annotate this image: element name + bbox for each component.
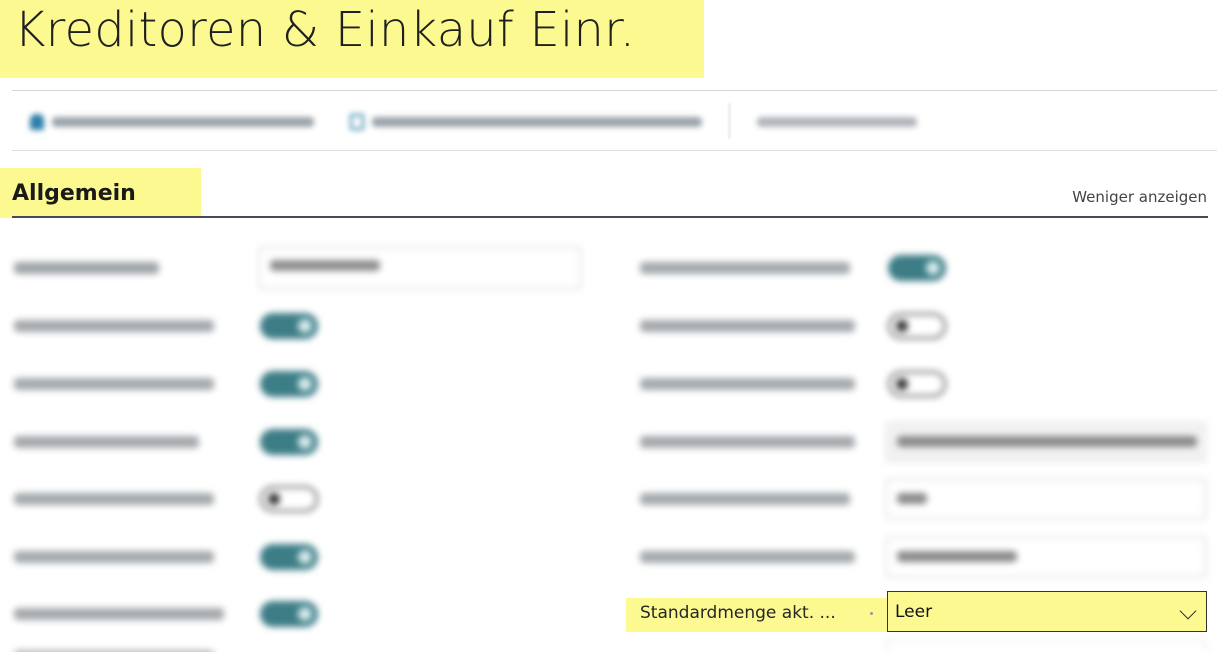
field-label-blurred bbox=[640, 378, 855, 390]
field-label-blurred bbox=[14, 262, 159, 274]
toggle-switch[interactable] bbox=[260, 429, 318, 455]
field-label-blurred bbox=[640, 436, 855, 448]
person-icon bbox=[30, 114, 44, 130]
standard-quantity-select[interactable]: Leer bbox=[887, 591, 1207, 632]
field-label-blurred bbox=[14, 608, 224, 620]
field-label-blurred bbox=[640, 493, 850, 505]
action-button-vendor-posting-groups[interactable] bbox=[30, 111, 314, 133]
action-separator bbox=[729, 103, 730, 139]
select-value-blurred bbox=[897, 551, 1017, 562]
action-label-blurred bbox=[52, 117, 314, 127]
field-label-blurred bbox=[640, 262, 850, 274]
select-value-blurred bbox=[270, 260, 380, 271]
section-divider bbox=[12, 216, 1208, 218]
field-separator-dot bbox=[870, 612, 873, 615]
document-icon bbox=[350, 114, 364, 130]
action-button-more-options[interactable] bbox=[757, 111, 917, 133]
toggle-switch[interactable] bbox=[260, 371, 318, 397]
standard-quantity-value: Leer bbox=[895, 601, 933, 622]
select-field-blurred[interactable] bbox=[886, 537, 1206, 577]
action-bar bbox=[12, 90, 1217, 151]
field-label-blurred bbox=[14, 320, 214, 332]
field-label-blurred bbox=[14, 378, 214, 390]
toggle-switch[interactable] bbox=[260, 313, 318, 339]
field-label-blurred bbox=[640, 320, 855, 332]
field-label-blurred bbox=[14, 493, 214, 505]
toggle-switch[interactable] bbox=[260, 544, 318, 570]
page-title: Kreditoren & Einkauf Einr. bbox=[14, 2, 636, 58]
select-field-blurred[interactable] bbox=[886, 640, 1206, 652]
standard-quantity-label: Standardmenge akt. ... bbox=[640, 603, 836, 623]
select-value-blurred bbox=[897, 493, 927, 504]
toggle-switch[interactable] bbox=[888, 255, 946, 281]
field-label-blurred bbox=[640, 551, 855, 563]
show-less-link[interactable]: Weniger anzeigen bbox=[1072, 188, 1207, 206]
section-title: Allgemein bbox=[12, 181, 136, 206]
field-label-blurred bbox=[14, 436, 199, 448]
select-field-blurred[interactable] bbox=[886, 479, 1206, 519]
action-label-blurred bbox=[372, 117, 702, 127]
action-label-blurred bbox=[757, 117, 917, 127]
select-field-blurred[interactable] bbox=[259, 247, 581, 289]
select-field-blurred[interactable] bbox=[886, 422, 1206, 462]
toggle-switch[interactable] bbox=[888, 313, 946, 339]
toggle-switch[interactable] bbox=[260, 601, 318, 627]
select-value-blurred bbox=[897, 436, 1197, 447]
toggle-switch[interactable] bbox=[260, 486, 318, 512]
toggle-switch[interactable] bbox=[888, 371, 946, 397]
action-button-incoming-documents-setup[interactable] bbox=[350, 111, 702, 133]
chevron-down-icon bbox=[1179, 602, 1197, 620]
field-label-blurred bbox=[14, 551, 214, 563]
